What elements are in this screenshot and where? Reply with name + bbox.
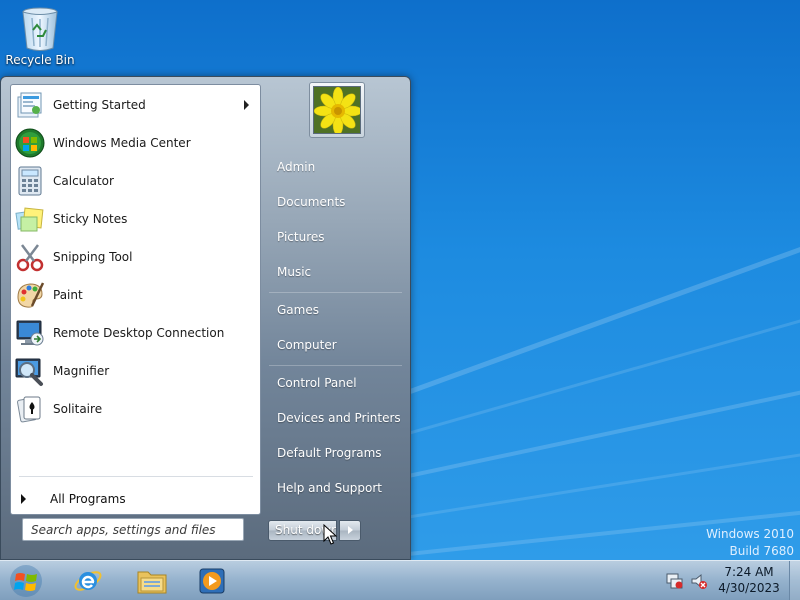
- program-windows-media-center[interactable]: Windows Media Center: [12, 125, 259, 161]
- getting-started-icon: [13, 88, 47, 122]
- program-label: Magnifier: [53, 364, 110, 378]
- program-magnifier[interactable]: Magnifier: [12, 353, 259, 389]
- build-watermark: Windows 2010 Build 7680: [706, 526, 794, 560]
- wallpaper-streak: [379, 160, 800, 405]
- watermark-build: Build 7680: [729, 544, 794, 558]
- all-programs-label: All Programs: [50, 492, 126, 506]
- paint-icon: [13, 278, 47, 312]
- solitaire-icon: [13, 392, 47, 426]
- program-label: Windows Media Center: [53, 136, 191, 150]
- program-getting-started[interactable]: Getting Started: [12, 87, 259, 123]
- taskbar-windows-explorer[interactable]: [130, 563, 174, 599]
- program-list-pane: Getting Started Windows Media Center Cal…: [10, 84, 261, 515]
- recycle-bin-desktop-icon[interactable]: Recycle Bin: [4, 4, 76, 76]
- show-desktop-button[interactable]: [789, 561, 800, 600]
- program-label: Solitaire: [53, 402, 103, 416]
- submenu-arrow-icon[interactable]: [244, 100, 249, 110]
- right-item-default-programs[interactable]: Default Programs: [277, 446, 382, 466]
- right-item-help-and-support[interactable]: Help and Support: [277, 481, 382, 501]
- magnifier-icon: [13, 354, 47, 388]
- taskbar: 7:24 AM 4/30/2023: [0, 560, 800, 600]
- recycle-bin-label: Recycle Bin: [5, 53, 75, 67]
- right-item-control-panel[interactable]: Control Panel: [277, 376, 357, 396]
- program-snipping-tool[interactable]: Snipping Tool: [12, 239, 259, 275]
- program-label: Paint: [53, 288, 83, 302]
- network-icon[interactable]: [666, 572, 684, 590]
- all-programs-button[interactable]: All Programs: [19, 487, 255, 511]
- program-remote-desktop[interactable]: Remote Desktop Connection: [12, 315, 259, 351]
- clock-date: 4/30/2023: [718, 581, 780, 595]
- windows-media-center-icon: [13, 126, 47, 160]
- wallpaper-streak: [379, 334, 800, 484]
- program-label: Getting Started: [53, 98, 146, 112]
- program-label: Sticky Notes: [53, 212, 128, 226]
- snipping-tool-icon: [13, 240, 47, 274]
- calculator-icon: [13, 164, 47, 198]
- shutdown-options-button[interactable]: [339, 520, 361, 541]
- program-label: Remote Desktop Connection: [53, 326, 225, 340]
- right-item-devices-and-printers[interactable]: Devices and Printers: [277, 411, 401, 431]
- recycle-bin-icon: [22, 7, 58, 51]
- program-label: Calculator: [53, 174, 114, 188]
- sticky-notes-icon: [13, 202, 47, 236]
- right-item-documents[interactable]: Documents: [277, 195, 345, 215]
- taskbar-internet-explorer[interactable]: [66, 563, 110, 599]
- program-label: Snipping Tool: [53, 250, 133, 264]
- remote-desktop-icon: [13, 316, 47, 350]
- taskbar-windows-media-player[interactable]: [190, 563, 234, 599]
- windows-logo-icon: [10, 565, 42, 597]
- program-calculator[interactable]: Calculator: [12, 163, 259, 199]
- volume-muted-icon[interactable]: [690, 572, 708, 590]
- program-sticky-notes[interactable]: Sticky Notes: [12, 201, 259, 237]
- right-pane-divider: [269, 292, 402, 293]
- expand-arrow-icon: [21, 494, 26, 504]
- start-menu: Getting Started Windows Media Center Cal…: [0, 76, 411, 560]
- start-button[interactable]: [3, 563, 49, 599]
- watermark-edition: Windows 2010: [706, 527, 794, 541]
- chevron-right-icon: [348, 526, 353, 534]
- mouse-cursor-icon: [323, 524, 337, 545]
- right-pane-divider: [269, 365, 402, 366]
- right-item-music[interactable]: Music: [277, 265, 311, 285]
- program-solitaire[interactable]: Solitaire: [12, 391, 259, 427]
- right-item-pictures[interactable]: Pictures: [277, 230, 325, 250]
- internet-explorer-icon: [74, 571, 102, 591]
- program-paint[interactable]: Paint: [12, 277, 259, 313]
- system-clock[interactable]: 7:24 AM 4/30/2023: [712, 564, 786, 596]
- folder-icon: [137, 571, 167, 594]
- media-player-icon: [199, 568, 225, 594]
- program-list-divider: [19, 476, 253, 477]
- wallpaper-streak: [379, 247, 800, 443]
- right-item-games[interactable]: Games: [277, 303, 319, 323]
- right-item-admin[interactable]: Admin: [277, 160, 315, 180]
- user-picture[interactable]: [309, 82, 365, 138]
- search-input[interactable]: [22, 518, 244, 541]
- right-item-computer[interactable]: Computer: [277, 338, 337, 358]
- flower-user-picture: [313, 86, 361, 134]
- clock-time: 7:24 AM: [724, 565, 774, 579]
